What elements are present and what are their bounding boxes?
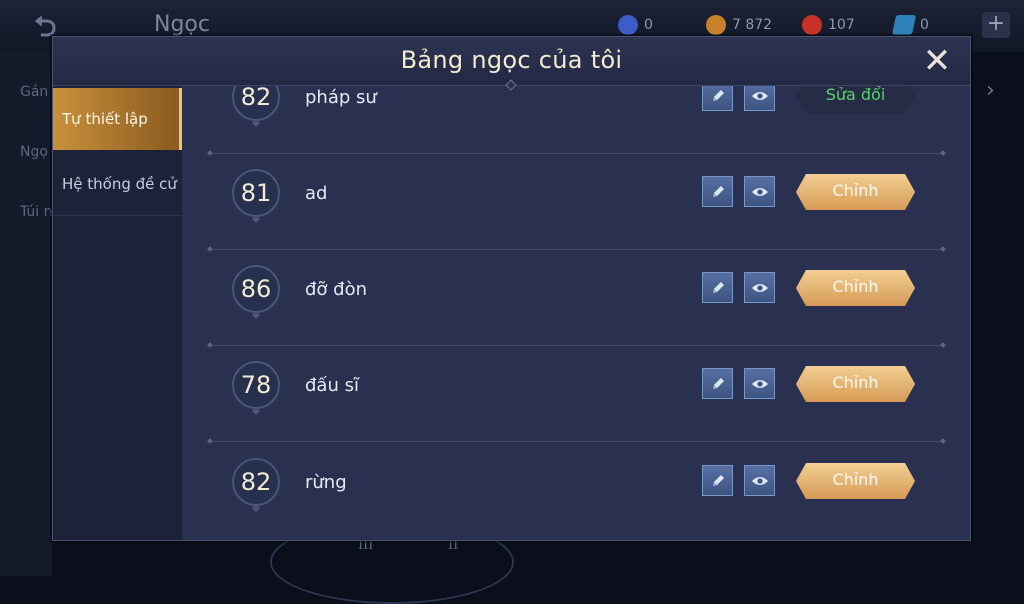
preview-button[interactable] xyxy=(744,272,775,303)
add-currency-button[interactable]: + xyxy=(982,12,1010,38)
rename-button[interactable] xyxy=(702,272,733,303)
adjust-page-button[interactable]: Chỉnh xyxy=(796,463,915,499)
tab-divider xyxy=(53,215,182,216)
currency-voucher: 107 xyxy=(802,14,855,36)
pencil-icon xyxy=(712,185,724,197)
currency-value: 107 xyxy=(828,17,855,33)
blue-gem-icon xyxy=(618,15,638,35)
eye-icon xyxy=(751,283,768,292)
list-item[interactable]: 82 pháp sư Sửa đổi xyxy=(183,86,970,145)
pencil-icon xyxy=(712,377,724,389)
adjust-page-button[interactable]: Chỉnh xyxy=(796,366,915,402)
adjust-page-button[interactable]: Chỉnh xyxy=(796,174,915,210)
currency-value: 0 xyxy=(920,17,929,33)
level-badge: 86 xyxy=(232,265,280,313)
rune-page-list[interactable]: 82 pháp sư Sửa đổi 81 ad Chỉnh 86 đỡ đòn… xyxy=(183,86,970,540)
rune-page-dialog: Bảng ngọc của tôi ✕ Tự thiết lập Hệ thốn… xyxy=(52,36,971,541)
currency-gems: 0 xyxy=(618,14,653,36)
currency-gold: 7 872 xyxy=(706,14,772,36)
currency-card: 0 xyxy=(891,14,929,36)
rename-button[interactable] xyxy=(702,368,733,399)
adjust-page-button[interactable]: Chỉnh xyxy=(796,270,915,306)
eye-icon xyxy=(751,187,768,196)
rename-button[interactable] xyxy=(702,465,733,496)
tab-recommended[interactable]: Hệ thống đề cử xyxy=(53,153,182,215)
rune-page-name: rừng xyxy=(305,472,347,493)
rune-page-name: pháp sư xyxy=(305,87,377,108)
preview-button[interactable] xyxy=(744,368,775,399)
currency-value: 7 872 xyxy=(732,17,773,33)
eye-icon xyxy=(751,379,768,388)
close-button[interactable]: ✕ xyxy=(919,43,955,79)
sidebar-item: Gán xyxy=(20,84,49,100)
rename-button[interactable] xyxy=(702,86,733,111)
list-item[interactable]: 86 đỡ đòn Chỉnh xyxy=(183,241,970,337)
eye-icon xyxy=(751,91,768,100)
dialog-title: Bảng ngọc của tôi xyxy=(400,46,623,74)
sidebar-item: Túi n xyxy=(20,204,53,220)
sidebar-item: Ngọ xyxy=(20,144,48,160)
level-badge: 81 xyxy=(232,169,280,217)
gold-coin-icon xyxy=(706,15,726,35)
preview-button[interactable] xyxy=(744,176,775,207)
pencil-icon xyxy=(712,474,724,486)
list-item[interactable]: 81 ad Chỉnh xyxy=(183,145,970,241)
list-item[interactable]: 82 rừng Chỉnh xyxy=(183,434,970,530)
edit-page-button[interactable]: Sửa đổi xyxy=(796,86,915,114)
preview-button[interactable] xyxy=(744,86,775,111)
level-badge: 82 xyxy=(232,86,280,121)
rune-page-name: đấu sĩ xyxy=(305,375,359,396)
chevron-right-icon: › xyxy=(986,78,995,103)
preview-button[interactable] xyxy=(744,465,775,496)
rune-page-name: ad xyxy=(305,183,328,204)
rename-button[interactable] xyxy=(702,176,733,207)
pencil-icon xyxy=(712,281,724,293)
dialog-header: Bảng ngọc của tôi ✕ xyxy=(53,37,970,86)
list-item[interactable]: 78 đấu sĩ Chỉnh xyxy=(183,337,970,433)
rune-page-name: đỡ đòn xyxy=(305,279,368,300)
page-title: Ngọc xyxy=(154,12,210,37)
level-badge: 78 xyxy=(232,361,280,409)
background-sidebar: Gán Ngọ Túi n xyxy=(0,52,53,576)
pencil-icon xyxy=(712,89,724,101)
blue-card-icon xyxy=(891,15,917,35)
dialog-tabs: Tự thiết lập Hệ thống đề cử xyxy=(53,86,182,540)
level-badge: 82 xyxy=(232,458,280,506)
eye-icon xyxy=(751,476,768,485)
tab-custom[interactable]: Tự thiết lập xyxy=(53,88,182,150)
red-voucher-icon xyxy=(802,15,822,35)
currency-value: 0 xyxy=(644,17,653,33)
